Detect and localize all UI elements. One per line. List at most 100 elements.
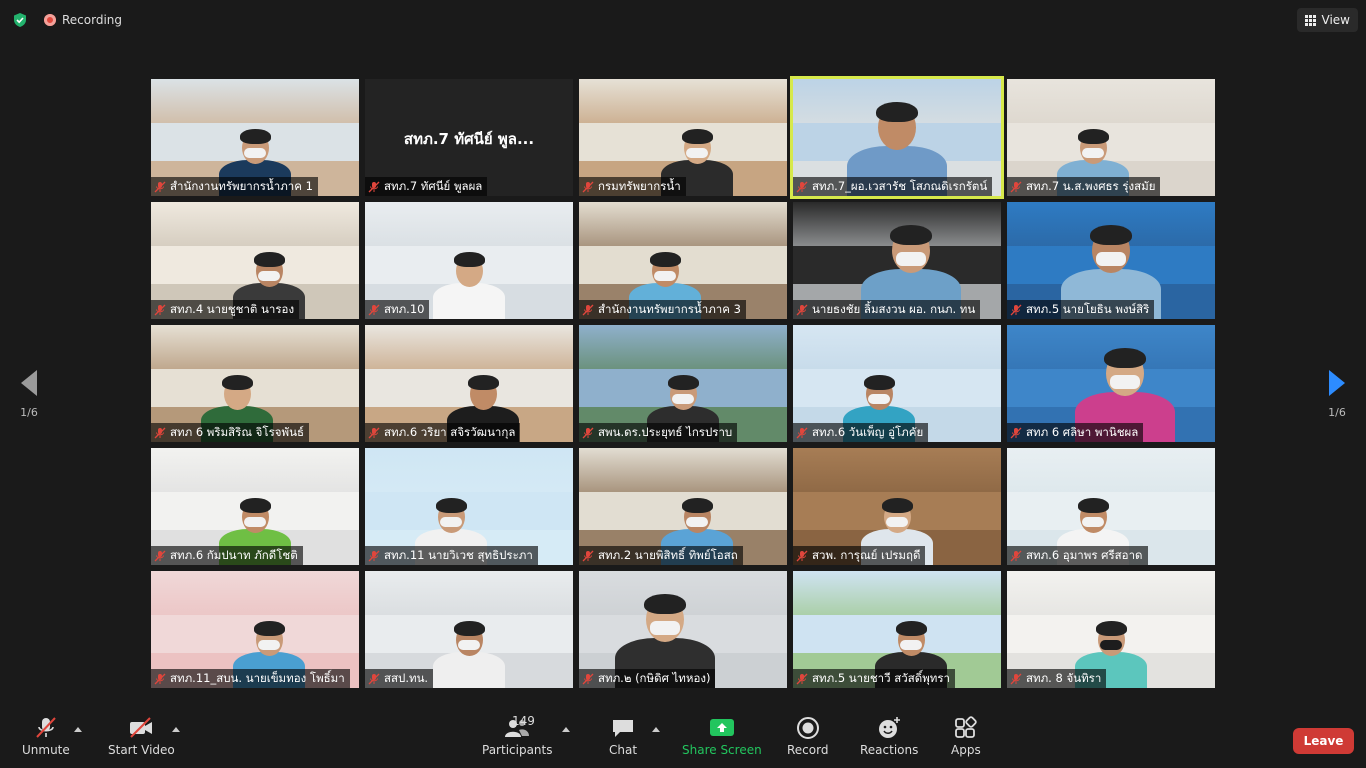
record-button[interactable]: Record xyxy=(787,716,828,766)
participant-video-tile[interactable]: สทภ.๒ (กษิดิศ ไทหอง) xyxy=(579,571,787,688)
mic-muted-icon xyxy=(368,427,380,438)
participant-video-tile[interactable]: สทภ 6 ศลิษา พานิชผล xyxy=(1007,325,1215,442)
participant-video-tile[interactable]: สทภ.7 ทัศนีย์ พูล... สทภ.7 ทัศนีย์ พูลผล xyxy=(365,79,573,196)
video-options-caret-icon[interactable] xyxy=(172,727,180,732)
participant-name-bar: สทภ.5 นายชาวี สวัสดิ์พุทรา xyxy=(793,669,955,688)
participant-video-tile[interactable]: นายธงชัย ลิ้มสงวน ผอ. กนภ. ทน xyxy=(793,202,1001,319)
participant-video-tile[interactable]: กรมทรัพยากรน้ำ xyxy=(579,79,787,196)
mic-muted-icon xyxy=(582,550,594,561)
participant-video-tile[interactable]: สทภ.6 อุมาพร ศรีสอาด xyxy=(1007,448,1215,565)
participant-name: สทภ.4 นายชูชาติ นารอง xyxy=(170,301,295,316)
mic-muted-icon xyxy=(368,304,380,315)
recording-indicator[interactable]: Recording xyxy=(44,13,122,27)
participant-name: สทภ.11 นายวิเวช สุทธิประภา xyxy=(384,547,533,562)
participant-name-bar: สทภ.7 น.ส.พงศธร รุ่งสมัย xyxy=(1007,177,1161,196)
chat-bubble-icon xyxy=(613,720,634,737)
mic-muted-icon xyxy=(154,427,166,438)
participant-video-tile[interactable]: สทภ.7 น.ส.พงศธร รุ่งสมัย xyxy=(1007,79,1215,196)
start-video-label: Start Video xyxy=(108,743,175,757)
participant-video-tile[interactable]: สทภ.6 วริยา สจิรวัฒนากุล xyxy=(365,325,573,442)
apps-icon xyxy=(954,716,977,738)
participants-label: Participants xyxy=(482,743,553,757)
mic-muted-icon xyxy=(1010,550,1022,561)
chat-label: Chat xyxy=(609,743,638,757)
chat-options-caret-icon[interactable] xyxy=(652,727,660,732)
mic-muted-icon xyxy=(582,304,594,315)
record-label: Record xyxy=(787,743,829,757)
participant-name-bar: กรมทรัพยากรน้ำ xyxy=(579,177,686,196)
participant-video-tile[interactable]: สทภ.4 นายชูชาติ นารอง xyxy=(151,202,359,319)
participant-name: สทภ.2 นายพิสิทธิ์ ทิพย์โอสถ xyxy=(598,547,738,562)
chat-button[interactable]: Chat xyxy=(609,716,637,766)
participant-name-bar: สทภ.6 วริยา สจิรวัฒนากุล xyxy=(365,423,521,442)
participant-video-tile[interactable]: สทภ.5 นายชาวี สวัสดิ์พุทรา xyxy=(793,571,1001,688)
mic-muted-icon xyxy=(368,673,380,684)
participants-options-caret-icon[interactable] xyxy=(562,727,570,732)
participant-name-bar: สทภ.6 กัมปนาท ภักดีโชติ xyxy=(151,546,303,565)
participant-name: สพน.ดร.ประยุทธ์ ไกรปราบ xyxy=(598,424,733,439)
page-indicator-right: 1/6 xyxy=(1328,406,1346,419)
participant-video-tile[interactable]: สทภ 6 พริมสิริณ จิโรจพันธ์ xyxy=(151,325,359,442)
participant-name-bar: สทภ.11 นายวิเวช สุทธิประภา xyxy=(365,546,538,565)
audio-options-caret-icon[interactable] xyxy=(74,727,82,732)
mic-muted-icon xyxy=(154,181,166,192)
unmute-button[interactable]: Unmute xyxy=(22,716,70,766)
smiley-plus-icon xyxy=(879,717,901,738)
mic-muted-icon xyxy=(796,181,808,192)
participant-video-tile[interactable]: สทภ.2 นายพิสิทธิ์ ทิพย์โอสถ xyxy=(579,448,787,565)
mic-muted-icon xyxy=(154,550,166,561)
top-bar: Recording View xyxy=(0,0,1366,40)
leave-button[interactable]: Leave xyxy=(1293,728,1354,754)
participant-video-tile[interactable]: สทภ.11_สบน. นายเข็มทอง โพธิ์มา xyxy=(151,571,359,688)
next-page-button[interactable]: 1/6 xyxy=(1322,370,1352,419)
mic-muted-icon xyxy=(154,673,166,684)
start-video-button[interactable]: Start Video xyxy=(108,716,175,766)
participants-button[interactable]: 149 Participants xyxy=(482,714,553,766)
participant-video-tile[interactable]: สสป.ทน. xyxy=(365,571,573,688)
participants-count: 149 xyxy=(512,714,535,728)
participant-name-bar: สทภ 6 พริมสิริณ จิโรจพันธ์ xyxy=(151,423,309,442)
participant-name: สำนักงานทรัพยากรน้ำภาค 3 xyxy=(598,301,741,316)
participant-name-bar: สทภ.10 xyxy=(365,300,430,319)
participant-name: สทภ.7 ทัศนีย์ พูลผล xyxy=(384,178,483,193)
participant-name-bar: สทภ.11_สบน. นายเข็มทอง โพธิ์มา xyxy=(151,669,350,688)
mic-muted-icon xyxy=(796,673,808,684)
participant-name-bar: สทภ 6 ศลิษา พานิชผล xyxy=(1007,423,1144,442)
participant-name: สทภ.6 วริยา สจิรวัฒนากุล xyxy=(384,424,516,439)
participant-video-tile[interactable]: สทภ.5 นายโยธิน พงษ์สิริ xyxy=(1007,202,1215,319)
participant-video-tile[interactable]: สทภ.11 นายวิเวช สุทธิประภา xyxy=(365,448,573,565)
participant-video-tile[interactable]: สทภ.6 วันเพ็ญ อู่โภคัย xyxy=(793,325,1001,442)
participant-video-tile[interactable]: สทภ. 8 จันทิรา xyxy=(1007,571,1215,688)
participant-name-bar: สทภ.7_ผอ.เวสารัช โสภณดิเรกรัตน์ xyxy=(793,177,993,196)
participant-video-tile[interactable]: สำนักงานทรัพยากรน้ำภาค 3 xyxy=(579,202,787,319)
apps-button[interactable]: Apps xyxy=(951,716,981,766)
participant-screen-name: สทภ.7 ทัศนีย์ พูล... xyxy=(403,130,535,148)
share-screen-button[interactable]: Share Screen xyxy=(682,716,762,766)
mic-muted-icon xyxy=(154,304,166,315)
participant-name-bar: สวพ. การุณย์ เปรมฤดี xyxy=(793,546,926,565)
participant-video-tile[interactable]: สวพ. การุณย์ เปรมฤดี xyxy=(793,448,1001,565)
mic-muted-icon xyxy=(796,427,808,438)
participant-name: สทภ.7 น.ส.พงศธร รุ่งสมัย xyxy=(1026,178,1156,193)
participant-video-tile[interactable]: สพน.ดร.ประยุทธ์ ไกรปราบ xyxy=(579,325,787,442)
mic-muted-icon xyxy=(582,427,594,438)
participant-name-bar: สทภ.4 นายชูชาติ นารอง xyxy=(151,300,300,319)
participant-name-bar: สทภ.๒ (กษิดิศ ไทหอง) xyxy=(579,669,716,688)
view-button-label: View xyxy=(1321,13,1350,27)
participant-name: นายธงชัย ลิ้มสงวน ผอ. กนภ. ทน xyxy=(812,301,976,316)
previous-page-button[interactable]: 1/6 xyxy=(14,370,44,419)
meeting-toolbar: Unmute Start Video 149 Participants Chat xyxy=(0,708,1366,768)
participant-video-tile[interactable]: สทภ.10 xyxy=(365,202,573,319)
participant-video-tile[interactable]: สทภ.7_ผอ.เวสารัช โสภณดิเรกรัตน์ xyxy=(790,76,1004,199)
participant-name-bar: สำนักงานทรัพยากรน้ำภาค 1 xyxy=(151,177,318,196)
share-screen-icon xyxy=(709,719,734,736)
encryption-shield-icon[interactable] xyxy=(12,12,28,28)
participant-name-bar: สทภ.5 นายโยธิน พงษ์สิริ xyxy=(1007,300,1155,319)
reactions-button[interactable]: Reactions xyxy=(860,716,918,766)
participant-video-tile[interactable]: สำนักงานทรัพยากรน้ำภาค 1 xyxy=(151,79,359,196)
participant-video-tile[interactable]: สทภ.6 กัมปนาท ภักดีโชติ xyxy=(151,448,359,565)
view-button[interactable]: View xyxy=(1296,8,1358,32)
participant-name: สทภ.6 อุมาพร ศรีสอาด xyxy=(1026,547,1143,562)
mic-muted-icon xyxy=(1010,181,1022,192)
chevron-right-icon xyxy=(1329,370,1345,396)
